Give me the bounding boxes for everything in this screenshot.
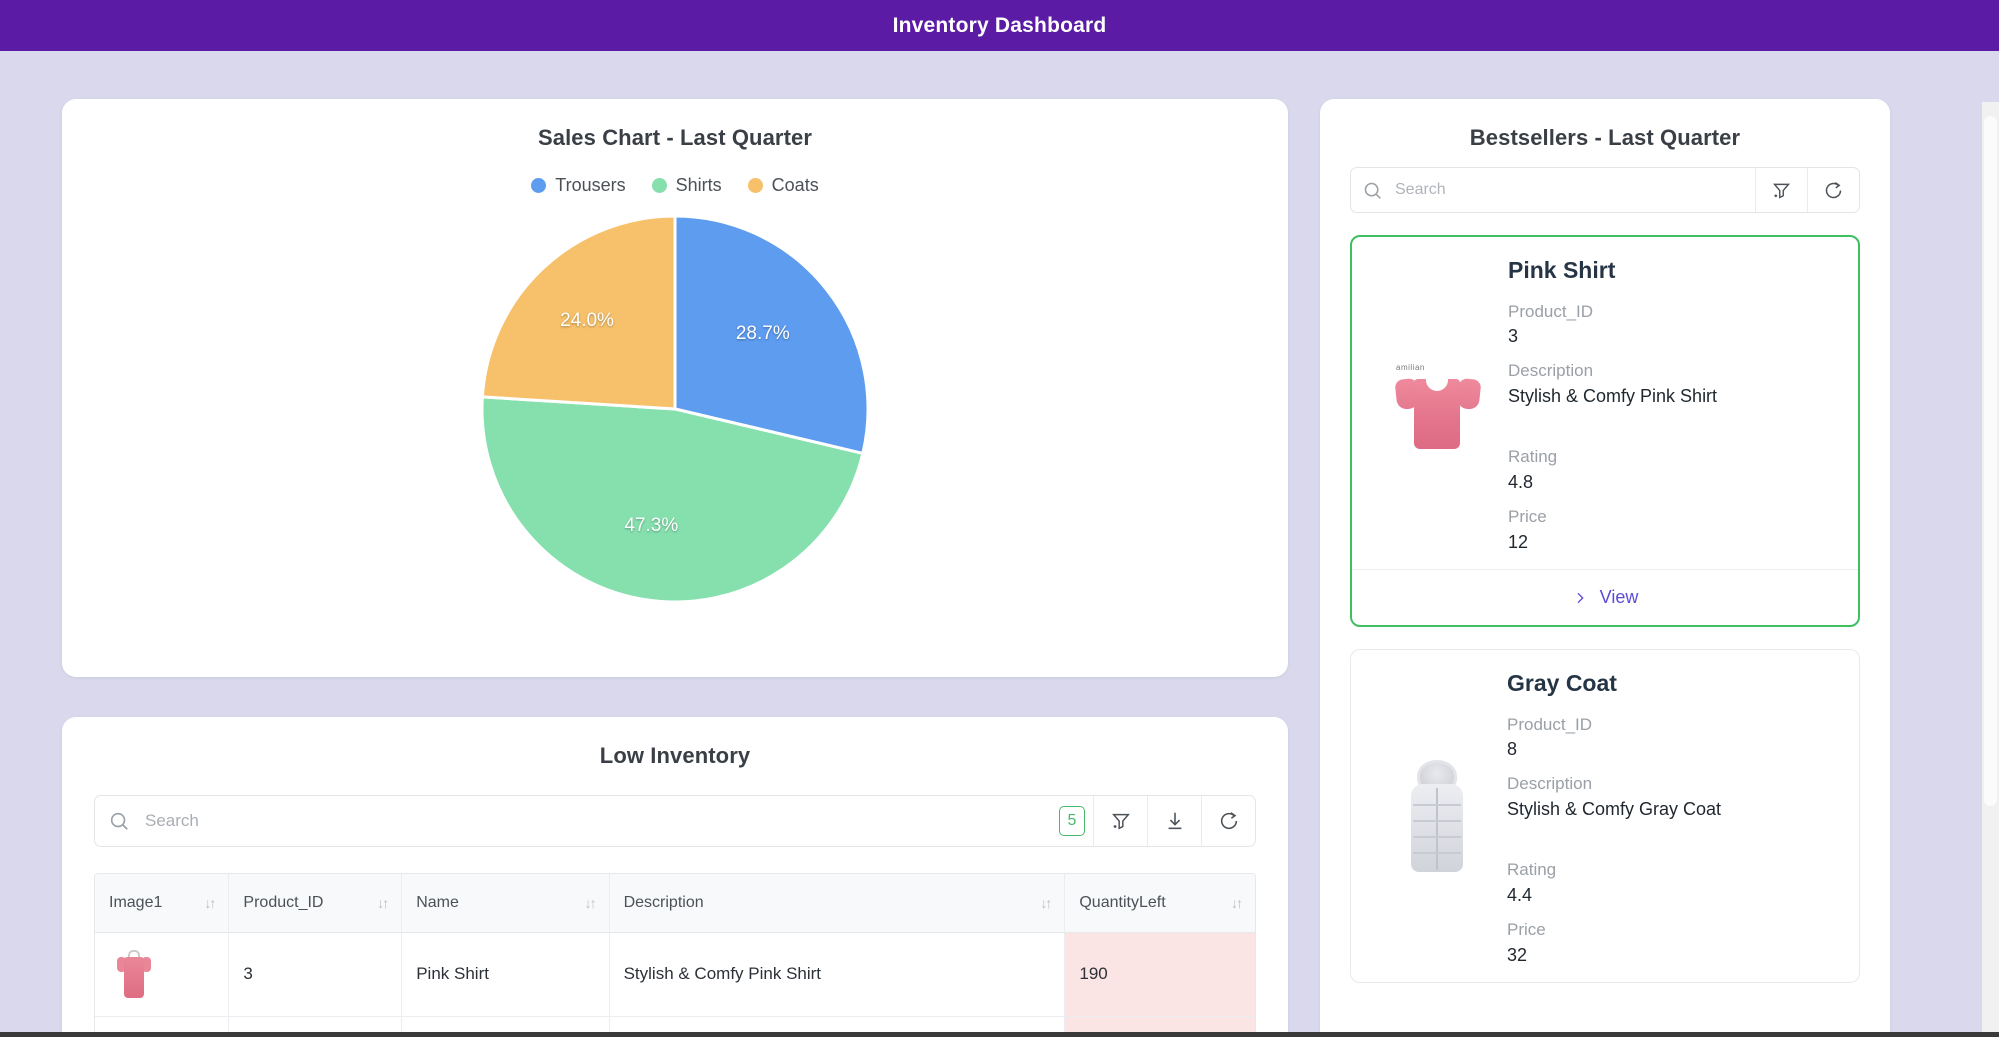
left-column: Sales Chart - Last Quarter Trousers Shir…: [0, 51, 1290, 1037]
column-label-name: Name: [416, 894, 459, 912]
pie-chart: 28.7% 47.3% 24.0%: [480, 214, 870, 604]
sort-icon[interactable]: ↓↑: [377, 895, 387, 911]
vertical-scrollbar[interactable]: [1982, 102, 1999, 1037]
value-product-id: 3: [1508, 326, 1836, 347]
label-price: Price: [1508, 507, 1836, 527]
legend-dot-trousers: [531, 178, 546, 193]
sort-icon[interactable]: ↓↑: [204, 895, 214, 911]
gray-coat-image: [1373, 670, 1501, 966]
legend-item-shirts[interactable]: Shirts: [652, 175, 722, 196]
chart-legend: Trousers Shirts Coats: [62, 175, 1288, 196]
legend-label-coats: Coats: [772, 175, 819, 196]
bestseller-card-gray-coat[interactable]: Gray Coat Product_ID 8 Description Styli…: [1350, 649, 1860, 983]
view-label: View: [1600, 587, 1639, 608]
bestseller-card-body: amilian Pink Shirt Product_ID 3 Descript…: [1352, 237, 1858, 569]
bestsellers-panel: Bestsellers - Last Quarter: [1320, 99, 1890, 1037]
label-description: Description: [1507, 774, 1837, 794]
bestseller-card-body: Gray Coat Product_ID 8 Description Styli…: [1351, 650, 1859, 982]
legend-label-shirts: Shirts: [676, 175, 722, 196]
column-label-quantity-left: QuantityLeft: [1079, 894, 1165, 912]
label-rating: Rating: [1507, 860, 1837, 880]
column-header-name[interactable]: Name ↓↑: [402, 874, 609, 932]
sort-icon[interactable]: ↓↑: [1231, 895, 1241, 911]
table-body: 3 Pink Shirt Stylish & Comfy Pink Shirt …: [95, 932, 1255, 1037]
cell-quantity-left: 190: [1065, 932, 1255, 1016]
bestsellers-title: Bestsellers - Last Quarter: [1320, 99, 1890, 157]
bestseller-card-pink-shirt[interactable]: amilian Pink Shirt Product_ID 3 Descript…: [1350, 235, 1860, 627]
value-rating: 4.8: [1508, 472, 1836, 493]
chevron-right-icon: [1572, 590, 1588, 606]
column-header-description[interactable]: Description ↓↑: [609, 874, 1065, 932]
pink-shirt-image: amilian: [1374, 257, 1502, 553]
bestsellers-toolbar: [1350, 167, 1860, 213]
label-description: Description: [1508, 361, 1836, 381]
value-price: 12: [1508, 532, 1836, 553]
right-column: Bestsellers - Last Quarter: [1290, 51, 1890, 1037]
download-icon[interactable]: [1147, 796, 1201, 846]
table-header-row: Image1 ↓↑ Product_ID ↓↑: [95, 874, 1255, 932]
pie-slice-label-shirts: 47.3%: [624, 515, 678, 537]
value-product-id: 8: [1507, 739, 1837, 760]
page-body: Sales Chart - Last Quarter Trousers Shir…: [0, 51, 1999, 1037]
column-header-image1[interactable]: Image1 ↓↑: [95, 874, 229, 932]
sort-icon[interactable]: ↓↑: [1040, 895, 1050, 911]
table-row[interactable]: 3 Pink Shirt Stylish & Comfy Pink Shirt …: [95, 932, 1255, 1016]
low-inventory-table: Image1 ↓↑ Product_ID ↓↑: [95, 874, 1255, 1037]
vertical-scrollbar-thumb[interactable]: [1984, 116, 1997, 806]
pie-chart-svg: [480, 214, 870, 604]
bestseller-card-info: Gray Coat Product_ID 8 Description Styli…: [1501, 670, 1837, 966]
bestsellers-search-input[interactable]: [1393, 168, 1755, 212]
value-description: Stylish & Comfy Gray Coat: [1507, 799, 1837, 820]
label-product-id: Product_ID: [1508, 302, 1836, 322]
image-brand-text: amilian: [1396, 363, 1425, 372]
label-rating: Rating: [1508, 447, 1836, 467]
column-label-image1: Image1: [109, 894, 162, 912]
legend-label-trousers: Trousers: [555, 175, 625, 196]
pie-slice-label-trousers: 28.7%: [736, 323, 790, 345]
cell-name: Pink Shirt: [402, 932, 609, 1016]
column-label-description: Description: [624, 894, 704, 912]
low-inventory-toolbar: 5: [94, 795, 1256, 847]
low-inventory-table-wrapper: Image1 ↓↑ Product_ID ↓↑: [94, 873, 1256, 1037]
bestseller-name: Gray Coat: [1507, 670, 1837, 697]
refresh-icon[interactable]: [1201, 796, 1255, 846]
refresh-icon[interactable]: [1807, 168, 1859, 212]
legend-item-trousers[interactable]: Trousers: [531, 175, 625, 196]
pink-shirt-thumbnail-icon: [117, 950, 151, 998]
low-inventory-card: Low Inventory 5: [62, 717, 1288, 1037]
low-inventory-count-badge: 5: [1059, 806, 1085, 836]
legend-dot-coats: [748, 178, 763, 193]
column-header-product-id[interactable]: Product_ID ↓↑: [229, 874, 402, 932]
search-icon: [1351, 180, 1393, 201]
bestseller-card-info: Pink Shirt Product_ID 3 Description Styl…: [1502, 257, 1836, 553]
page-title: Inventory Dashboard: [893, 14, 1107, 38]
sales-chart-card: Sales Chart - Last Quarter Trousers Shir…: [62, 99, 1288, 677]
legend-item-coats[interactable]: Coats: [748, 175, 819, 196]
value-description: Stylish & Comfy Pink Shirt: [1508, 386, 1836, 407]
label-price: Price: [1507, 920, 1837, 940]
app-header: Inventory Dashboard: [0, 0, 1999, 51]
cell-image1: [95, 932, 229, 1016]
bestseller-name: Pink Shirt: [1508, 257, 1836, 284]
low-inventory-title: Low Inventory: [62, 717, 1288, 775]
legend-dot-shirts: [652, 178, 667, 193]
column-header-quantity-left[interactable]: QuantityLeft ↓↑: [1065, 874, 1255, 932]
label-product-id: Product_ID: [1507, 715, 1837, 735]
cell-product-id: 3: [229, 932, 402, 1016]
pie-slice-label-coats: 24.0%: [560, 310, 614, 332]
low-inventory-search-input[interactable]: [143, 796, 1059, 846]
value-rating: 4.4: [1507, 885, 1837, 906]
table-header: Image1 ↓↑ Product_ID ↓↑: [95, 874, 1255, 932]
filter-icon[interactable]: [1755, 168, 1807, 212]
search-icon: [95, 810, 143, 832]
horizontal-scrollbar[interactable]: [0, 1032, 1999, 1037]
column-label-product-id: Product_ID: [243, 894, 323, 912]
view-button[interactable]: View: [1352, 569, 1858, 625]
cell-description: Stylish & Comfy Pink Shirt: [609, 932, 1065, 1016]
sales-chart-title: Sales Chart - Last Quarter: [62, 99, 1288, 157]
value-price: 32: [1507, 945, 1837, 966]
filter-icon[interactable]: [1093, 796, 1147, 846]
sort-icon[interactable]: ↓↑: [585, 895, 595, 911]
